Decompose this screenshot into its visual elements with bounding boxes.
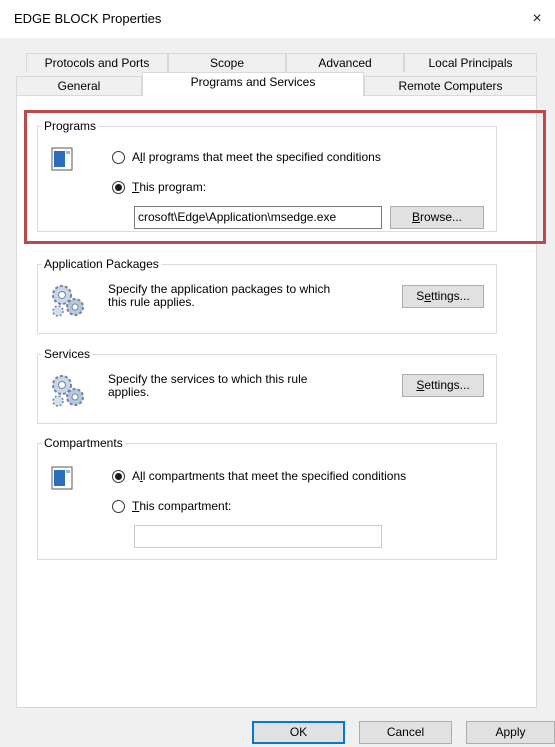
compartment-field[interactable]: [134, 525, 382, 548]
tab-local-principals[interactable]: Local Principals: [404, 53, 537, 72]
window-title: EDGE BLOCK Properties: [14, 11, 162, 26]
tab-programs-and-services[interactable]: Programs and Services: [142, 72, 364, 96]
program-window-icon: [51, 466, 73, 490]
program-window-icon: [51, 147, 73, 171]
compartments-group-label: Compartments: [42, 436, 125, 450]
all-programs-label[interactable]: All programs that meet the specified con…: [132, 150, 381, 164]
browse-button[interactable]: Browse...: [390, 206, 484, 229]
tab-scope[interactable]: Scope: [168, 53, 286, 72]
tab-protocols-and-ports[interactable]: Protocols and Ports: [26, 53, 168, 72]
app-packages-settings-button[interactable]: Settings...: [402, 285, 484, 308]
ok-button[interactable]: OK: [252, 721, 345, 744]
program-path-field[interactable]: crosoft\Edge\Application\msedge.exe: [134, 206, 382, 229]
app-packages-group-label: Application Packages: [42, 257, 161, 271]
all-compartments-label[interactable]: All compartments that meet the specified…: [132, 469, 406, 483]
this-program-radio[interactable]: [112, 181, 125, 194]
close-icon[interactable]: ×: [522, 4, 552, 34]
gear-cluster-icon: [52, 375, 84, 407]
services-group-label: Services: [42, 347, 93, 361]
tab-general[interactable]: General: [16, 76, 142, 95]
apply-button[interactable]: Apply: [466, 721, 555, 744]
cancel-button[interactable]: Cancel: [359, 721, 452, 744]
programs-group-label: Programs: [42, 119, 99, 133]
services-desc-line2: applies.: [108, 385, 150, 399]
tab-remote-computers[interactable]: Remote Computers: [364, 76, 537, 95]
gear-cluster-icon: [52, 285, 84, 317]
this-compartment-radio[interactable]: [112, 500, 125, 513]
all-compartments-radio[interactable]: [112, 470, 125, 483]
services-settings-button[interactable]: Settings...: [402, 374, 484, 397]
this-program-label[interactable]: This program:: [132, 180, 206, 194]
app-packages-desc-line2: this rule applies.: [108, 295, 195, 309]
tab-advanced[interactable]: Advanced: [286, 53, 404, 72]
this-compartment-label[interactable]: This compartment:: [132, 499, 231, 513]
all-programs-radio[interactable]: [112, 151, 125, 164]
